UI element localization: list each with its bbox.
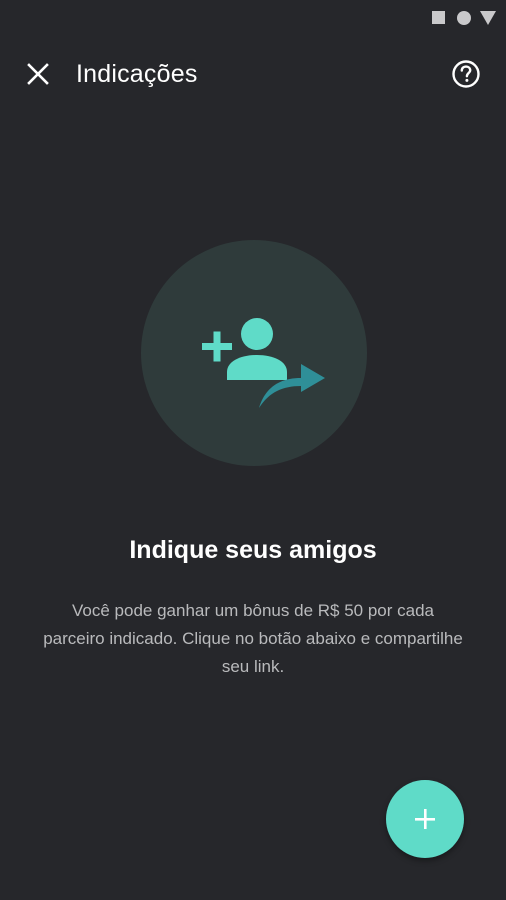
triangle-icon (480, 11, 496, 25)
circle-icon (457, 11, 471, 25)
section-heading: Indique seus amigos (129, 536, 377, 564)
help-button[interactable] (446, 54, 486, 94)
square-icon (432, 11, 445, 24)
add-referral-button[interactable] (386, 780, 464, 858)
close-button[interactable] (18, 54, 58, 94)
add-person-share-icon (202, 318, 325, 408)
referral-illustration (141, 240, 367, 466)
status-bar (0, 0, 506, 34)
help-circle-icon (452, 60, 480, 88)
close-icon (27, 63, 49, 85)
description-text: Você pode ganhar um bônus de R$ 50 por c… (43, 601, 463, 676)
plus-icon (415, 809, 435, 829)
page-title: Indicações (76, 60, 198, 88)
toolbar: Indicações (0, 44, 506, 104)
